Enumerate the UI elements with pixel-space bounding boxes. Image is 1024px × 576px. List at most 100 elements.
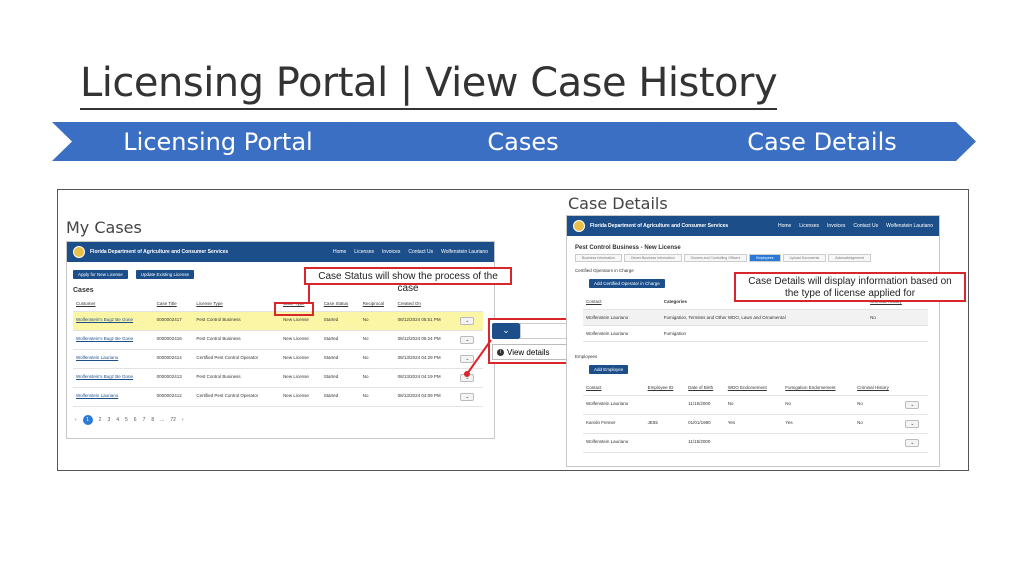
nav-invoices[interactable]: Invoices bbox=[827, 223, 845, 229]
app-header: Florida Department of Agriculture and Co… bbox=[67, 242, 494, 262]
created-on: 08/13/2024 04:29 PM bbox=[394, 349, 458, 369]
page-last[interactable]: 72 bbox=[170, 417, 176, 423]
table-row[interactable]: Wolfenstein Lauriano 0000002414 Certifie… bbox=[73, 349, 483, 369]
row-menu-button[interactable]: ⌄ bbox=[460, 317, 475, 325]
page-3[interactable]: 3 bbox=[107, 417, 110, 423]
case-title: 0000002412 bbox=[153, 387, 194, 407]
row-menu-button[interactable]: ⌄ bbox=[905, 439, 920, 447]
case-tabs: Business Information Owner Business Info… bbox=[575, 254, 931, 262]
nav-contact[interactable]: Contact Us bbox=[853, 223, 878, 229]
cases-heading: Cases bbox=[73, 287, 94, 294]
case-status-highlight bbox=[274, 302, 314, 316]
tab-business-info[interactable]: Business Information bbox=[575, 254, 622, 262]
customer-link[interactable]: Wolfenstein's Bugz Be Gone bbox=[76, 317, 133, 322]
nav-licenses[interactable]: Licenses bbox=[354, 249, 374, 255]
my-cases-label: My Cases bbox=[66, 218, 142, 237]
table-row[interactable]: Wolfenstein's Bugz Be Gone 0000002416 Pe… bbox=[73, 330, 483, 350]
nav-licenses[interactable]: Licenses bbox=[799, 223, 819, 229]
case-title: 0000002414 bbox=[153, 349, 194, 369]
reciprocal: No bbox=[359, 368, 395, 388]
customer-link[interactable]: Wolfenstein Lauriano bbox=[76, 355, 118, 360]
table-header: Contact Employee ID Date of Birth WDO En… bbox=[583, 380, 928, 396]
page-next[interactable]: › bbox=[182, 417, 184, 423]
case-status: Started bbox=[320, 368, 360, 388]
col-customer[interactable]: Customer bbox=[73, 296, 154, 312]
col-case-status[interactable]: Case Status bbox=[320, 296, 360, 312]
case-status: Started bbox=[320, 311, 360, 331]
table-row: Wolfenstein Lauriano 11/15/2000 No No No… bbox=[583, 395, 928, 415]
fdacs-logo-icon bbox=[73, 246, 85, 258]
row-menu-button[interactable]: ⌄ bbox=[460, 393, 475, 401]
col-reciprocal[interactable]: Reciprocal bbox=[359, 296, 395, 312]
row-menu-button[interactable]: ⌄ bbox=[905, 420, 920, 428]
page-ellipsis: ... bbox=[160, 417, 165, 423]
created-on: 08/13/2024 04:09 PM bbox=[394, 387, 458, 407]
case-type: New License bbox=[280, 349, 321, 369]
created-on: 08/12/2024 05:24 PM bbox=[394, 330, 458, 350]
page-8[interactable]: 8 bbox=[151, 417, 154, 423]
nav-invoices[interactable]: Invoices bbox=[382, 249, 400, 255]
created-on: 08/13/2024 04:19 PM bbox=[394, 368, 458, 388]
col-wdo: WDO Endorsement bbox=[724, 380, 783, 396]
page-1[interactable]: 1 bbox=[82, 415, 93, 425]
col-license-type[interactable]: License Type bbox=[193, 296, 281, 312]
tab-upload-documents[interactable]: Upload Documents bbox=[782, 254, 827, 262]
dropdown-button[interactable]: ⌄ bbox=[492, 323, 520, 339]
org-name: Florida Department of Agriculture and Co… bbox=[90, 249, 229, 255]
reciprocal: No bbox=[359, 387, 395, 407]
app-header: Florida Department of Agriculture and Co… bbox=[567, 216, 939, 236]
page-4[interactable]: 4 bbox=[116, 417, 119, 423]
tab-owner-business-info[interactable]: Owner Business Information bbox=[623, 254, 682, 262]
case-title: 0000002416 bbox=[153, 330, 194, 350]
case-type: New License bbox=[280, 330, 321, 350]
view-details-zoom: ⌄ i View details bbox=[488, 318, 574, 364]
table-row: Wolfenstein Lauriano Fumigation, Termite… bbox=[583, 309, 928, 326]
page-7[interactable]: 7 bbox=[143, 417, 146, 423]
case-status: Started bbox=[320, 349, 360, 369]
tab-acknowledgement[interactable]: Acknowledgement bbox=[828, 254, 871, 262]
callout-connector bbox=[308, 283, 310, 303]
page-2[interactable]: 2 bbox=[99, 417, 102, 423]
step-cases: Cases bbox=[342, 122, 676, 161]
page-6[interactable]: 6 bbox=[134, 417, 137, 423]
customer-link[interactable]: Wolfenstein Lauriano bbox=[76, 393, 118, 398]
case-title-heading: Pest Control Business - New License bbox=[575, 245, 681, 251]
apply-new-license-button[interactable]: Apply for New License bbox=[73, 270, 128, 279]
license-type: Pest Control Business bbox=[193, 330, 281, 350]
table-row[interactable]: Wolfenstein Lauriano 0000002412 Certifie… bbox=[73, 387, 483, 407]
nav-home[interactable]: Home bbox=[333, 249, 346, 255]
process-chevrons: Licensing Portal Cases Case Details bbox=[52, 122, 976, 161]
customer-link[interactable]: Wolfenstein's Bugz Be Gone bbox=[76, 374, 133, 379]
table-row[interactable]: Wolfenstein's Bugz Be Gone 0000002413 Pe… bbox=[73, 368, 483, 388]
pagination: ‹ 1 2 3 4 5 6 7 8 ... 72 › bbox=[75, 415, 486, 425]
page-prev[interactable]: ‹ bbox=[75, 417, 77, 423]
screenshot-frame: My Cases Florida Department of Agricultu… bbox=[57, 189, 969, 471]
col-employee-id: Employee ID bbox=[644, 380, 686, 396]
case-title: 0000002413 bbox=[153, 368, 194, 388]
tab-employees[interactable]: Employees bbox=[749, 254, 781, 262]
case-status: Started bbox=[320, 387, 360, 407]
top-nav: Home Licenses Invoices Contact Us Wolfen… bbox=[778, 223, 933, 229]
customer-link[interactable]: Wolfenstein's Bugz Be Gone bbox=[76, 336, 133, 341]
nav-home[interactable]: Home bbox=[778, 223, 791, 229]
case-details-screenshot: Florida Department of Agriculture and Co… bbox=[566, 215, 940, 467]
nav-contact[interactable]: Contact Us bbox=[408, 249, 433, 255]
nav-user[interactable]: Wolfenstein Lauriano bbox=[441, 249, 488, 255]
add-certified-operator-button[interactable]: Add Certified Operator in Charge bbox=[589, 279, 665, 288]
license-type: Pest Control Business bbox=[193, 311, 281, 331]
case-status: Started bbox=[320, 330, 360, 350]
zoom-connector bbox=[464, 339, 492, 377]
case-details-callout: Case Details will display information ba… bbox=[734, 272, 966, 302]
nav-user[interactable]: Wolfenstein Lauriano bbox=[886, 223, 933, 229]
update-license-button[interactable]: Update Existing License bbox=[135, 270, 195, 279]
org-name: Florida Department of Agriculture and Co… bbox=[590, 223, 729, 229]
row-menu-button[interactable]: ⌄ bbox=[905, 401, 920, 409]
col-case-title[interactable]: Case Title bbox=[153, 296, 194, 312]
col-created-on[interactable]: Created On bbox=[394, 296, 458, 312]
add-employee-button[interactable]: Add Employee bbox=[589, 365, 629, 374]
table-row: Karolin Fenner JE55 01/01/1980 Yes Yes N… bbox=[583, 414, 928, 434]
view-details-menu-item[interactable]: i View details bbox=[492, 344, 570, 360]
tab-owners-officers[interactable]: Owners and Controlling Officers bbox=[683, 254, 748, 262]
license-type: Pest Control Business bbox=[193, 368, 281, 388]
page-5[interactable]: 5 bbox=[125, 417, 128, 423]
